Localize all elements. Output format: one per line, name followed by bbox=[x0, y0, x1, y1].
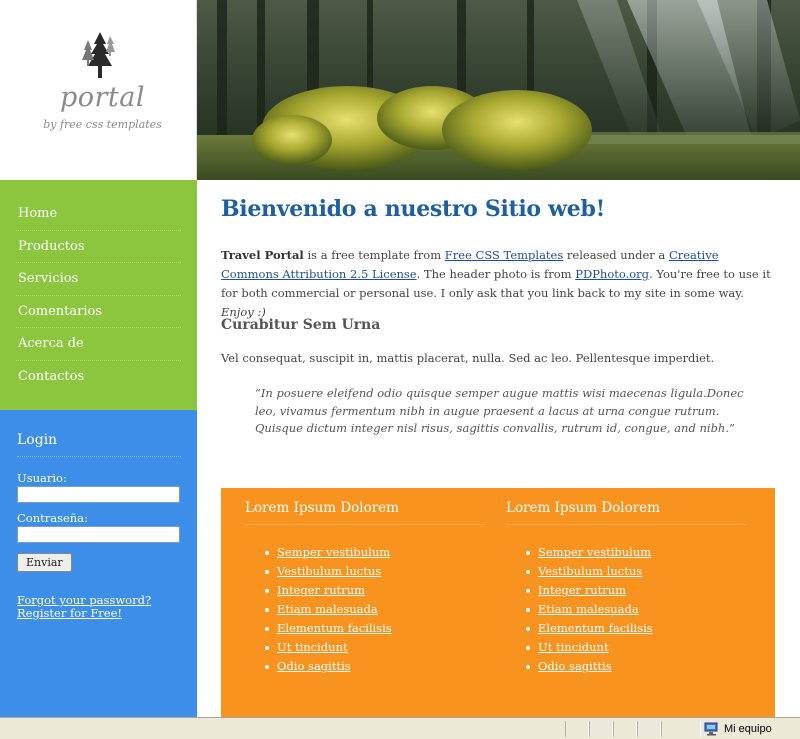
blockquote: “In posuere eleifend odio quisque semper… bbox=[255, 386, 744, 435]
list-link[interactable]: Elementum facilisis bbox=[277, 621, 392, 635]
register-link[interactable]: Register for Free! bbox=[17, 607, 181, 620]
nav-item-servicios[interactable]: Servicios bbox=[16, 263, 181, 296]
list-item: Ut tincidunt bbox=[265, 638, 485, 657]
list-item: Semper vestibulum bbox=[265, 543, 485, 562]
security-zone[interactable]: Mi equipo bbox=[704, 720, 772, 738]
list-link[interactable]: Vestibulum luctus bbox=[277, 564, 381, 578]
list-link[interactable]: Vestibulum luctus bbox=[538, 564, 642, 578]
status-segment bbox=[589, 721, 613, 737]
list-item: Integer rutrum bbox=[526, 581, 746, 600]
list-item: Vestibulum luctus bbox=[265, 562, 485, 581]
nav-item-productos[interactable]: Productos bbox=[16, 231, 181, 264]
link-box-title: Lorem Ipsum Dolorem bbox=[506, 500, 746, 525]
list-link[interactable]: Integer rutrum bbox=[277, 583, 365, 597]
forest-landscape-image bbox=[197, 0, 800, 180]
main-content: Bienvenido a nuestro Sitio web! Travel P… bbox=[197, 180, 800, 717]
login-title: Login bbox=[17, 432, 181, 457]
list-item: Odio sagittis bbox=[526, 657, 746, 676]
link-list: Semper vestibulum Vestibulum luctus Inte… bbox=[245, 543, 485, 676]
status-segment bbox=[565, 721, 589, 737]
list-link[interactable]: Ut tincidunt bbox=[277, 640, 348, 654]
free-css-templates-link[interactable]: Free CSS Templates bbox=[445, 248, 563, 262]
login-panel: Login Usuario: Contraseña: Enviar Forgot… bbox=[0, 410, 197, 717]
logo-title: portal bbox=[59, 82, 146, 113]
link-box-1: Lorem Ipsum Dolorem Semper vestibulum Ve… bbox=[245, 500, 485, 676]
list-item: Integer rutrum bbox=[265, 581, 485, 600]
header-photo bbox=[197, 0, 800, 180]
pdphoto-link[interactable]: PDPhoto.org bbox=[575, 267, 649, 281]
pine-tree-logo-icon bbox=[82, 32, 115, 78]
list-link[interactable]: Semper vestibulum bbox=[538, 545, 651, 559]
list-link[interactable]: Etiam malesuada bbox=[538, 602, 639, 616]
list-item: Etiam malesuada bbox=[265, 600, 485, 619]
list-item: Elementum facilisis bbox=[526, 619, 746, 638]
intro-text-1: is a free template from bbox=[303, 248, 445, 262]
username-label: Usuario: bbox=[17, 471, 67, 485]
list-link[interactable]: Etiam malesuada bbox=[277, 602, 378, 616]
login-links: Forgot your password? Register for Free! bbox=[17, 594, 181, 620]
logo-subtitle: by free css templates bbox=[43, 118, 162, 131]
list-item: Vestibulum luctus bbox=[526, 562, 746, 581]
list-link[interactable]: Odio sagittis bbox=[538, 659, 612, 673]
intro-text-2: released under a bbox=[563, 248, 669, 262]
link-box-title: Lorem Ipsum Dolorem bbox=[245, 500, 485, 525]
section-text: Vel consequat, suscipit in, mattis place… bbox=[221, 351, 715, 365]
nav-item-acerca-de[interactable]: Acerca de bbox=[16, 328, 181, 361]
password-input[interactable] bbox=[17, 526, 180, 543]
status-segment bbox=[613, 721, 637, 737]
list-link[interactable]: Odio sagittis bbox=[277, 659, 351, 673]
brand-name: Travel Portal bbox=[221, 248, 304, 262]
list-link[interactable]: Ut tincidunt bbox=[538, 640, 609, 654]
list-item: Odio sagittis bbox=[265, 657, 485, 676]
status-segment bbox=[661, 721, 701, 737]
list-item: Ut tincidunt bbox=[526, 638, 746, 657]
nav-item-home[interactable]: Home bbox=[16, 198, 181, 231]
link-list: Semper vestibulum Vestibulum luctus Inte… bbox=[506, 543, 746, 676]
browser-status-bar: Mi equipo bbox=[0, 717, 800, 739]
security-zone-label: Mi equipo bbox=[724, 723, 772, 735]
intro-paragraph: Travel Portal is a free template from Fr… bbox=[221, 246, 777, 322]
list-link[interactable]: Semper vestibulum bbox=[277, 545, 390, 559]
list-link[interactable]: Integer rutrum bbox=[538, 583, 626, 597]
section-heading: Curabitur Sem Urna bbox=[221, 317, 381, 333]
page-title: Bienvenido a nuestro Sitio web! bbox=[221, 196, 605, 222]
intro-text-3: . The header photo is from bbox=[416, 267, 576, 281]
submit-login-button[interactable]: Enviar bbox=[17, 553, 72, 572]
link-box-2: Lorem Ipsum Dolorem Semper vestibulum Ve… bbox=[506, 500, 746, 676]
list-item: Etiam malesuada bbox=[526, 600, 746, 619]
link-boxes: Lorem Ipsum Dolorem Semper vestibulum Ve… bbox=[221, 488, 775, 717]
computer-icon bbox=[704, 722, 718, 736]
password-label: Contraseña: bbox=[17, 511, 88, 525]
logo-area[interactable]: portal by free css templates bbox=[0, 0, 197, 180]
list-link[interactable]: Elementum facilisis bbox=[538, 621, 653, 635]
username-input[interactable] bbox=[17, 486, 180, 503]
nav-item-contactos[interactable]: Contactos bbox=[16, 361, 181, 394]
list-item: Elementum facilisis bbox=[265, 619, 485, 638]
main-navigation: Home Productos Servicios Comentarios Ace… bbox=[0, 180, 197, 410]
status-segment bbox=[637, 721, 661, 737]
nav-item-comentarios[interactable]: Comentarios bbox=[16, 296, 181, 329]
list-item: Semper vestibulum bbox=[526, 543, 746, 562]
